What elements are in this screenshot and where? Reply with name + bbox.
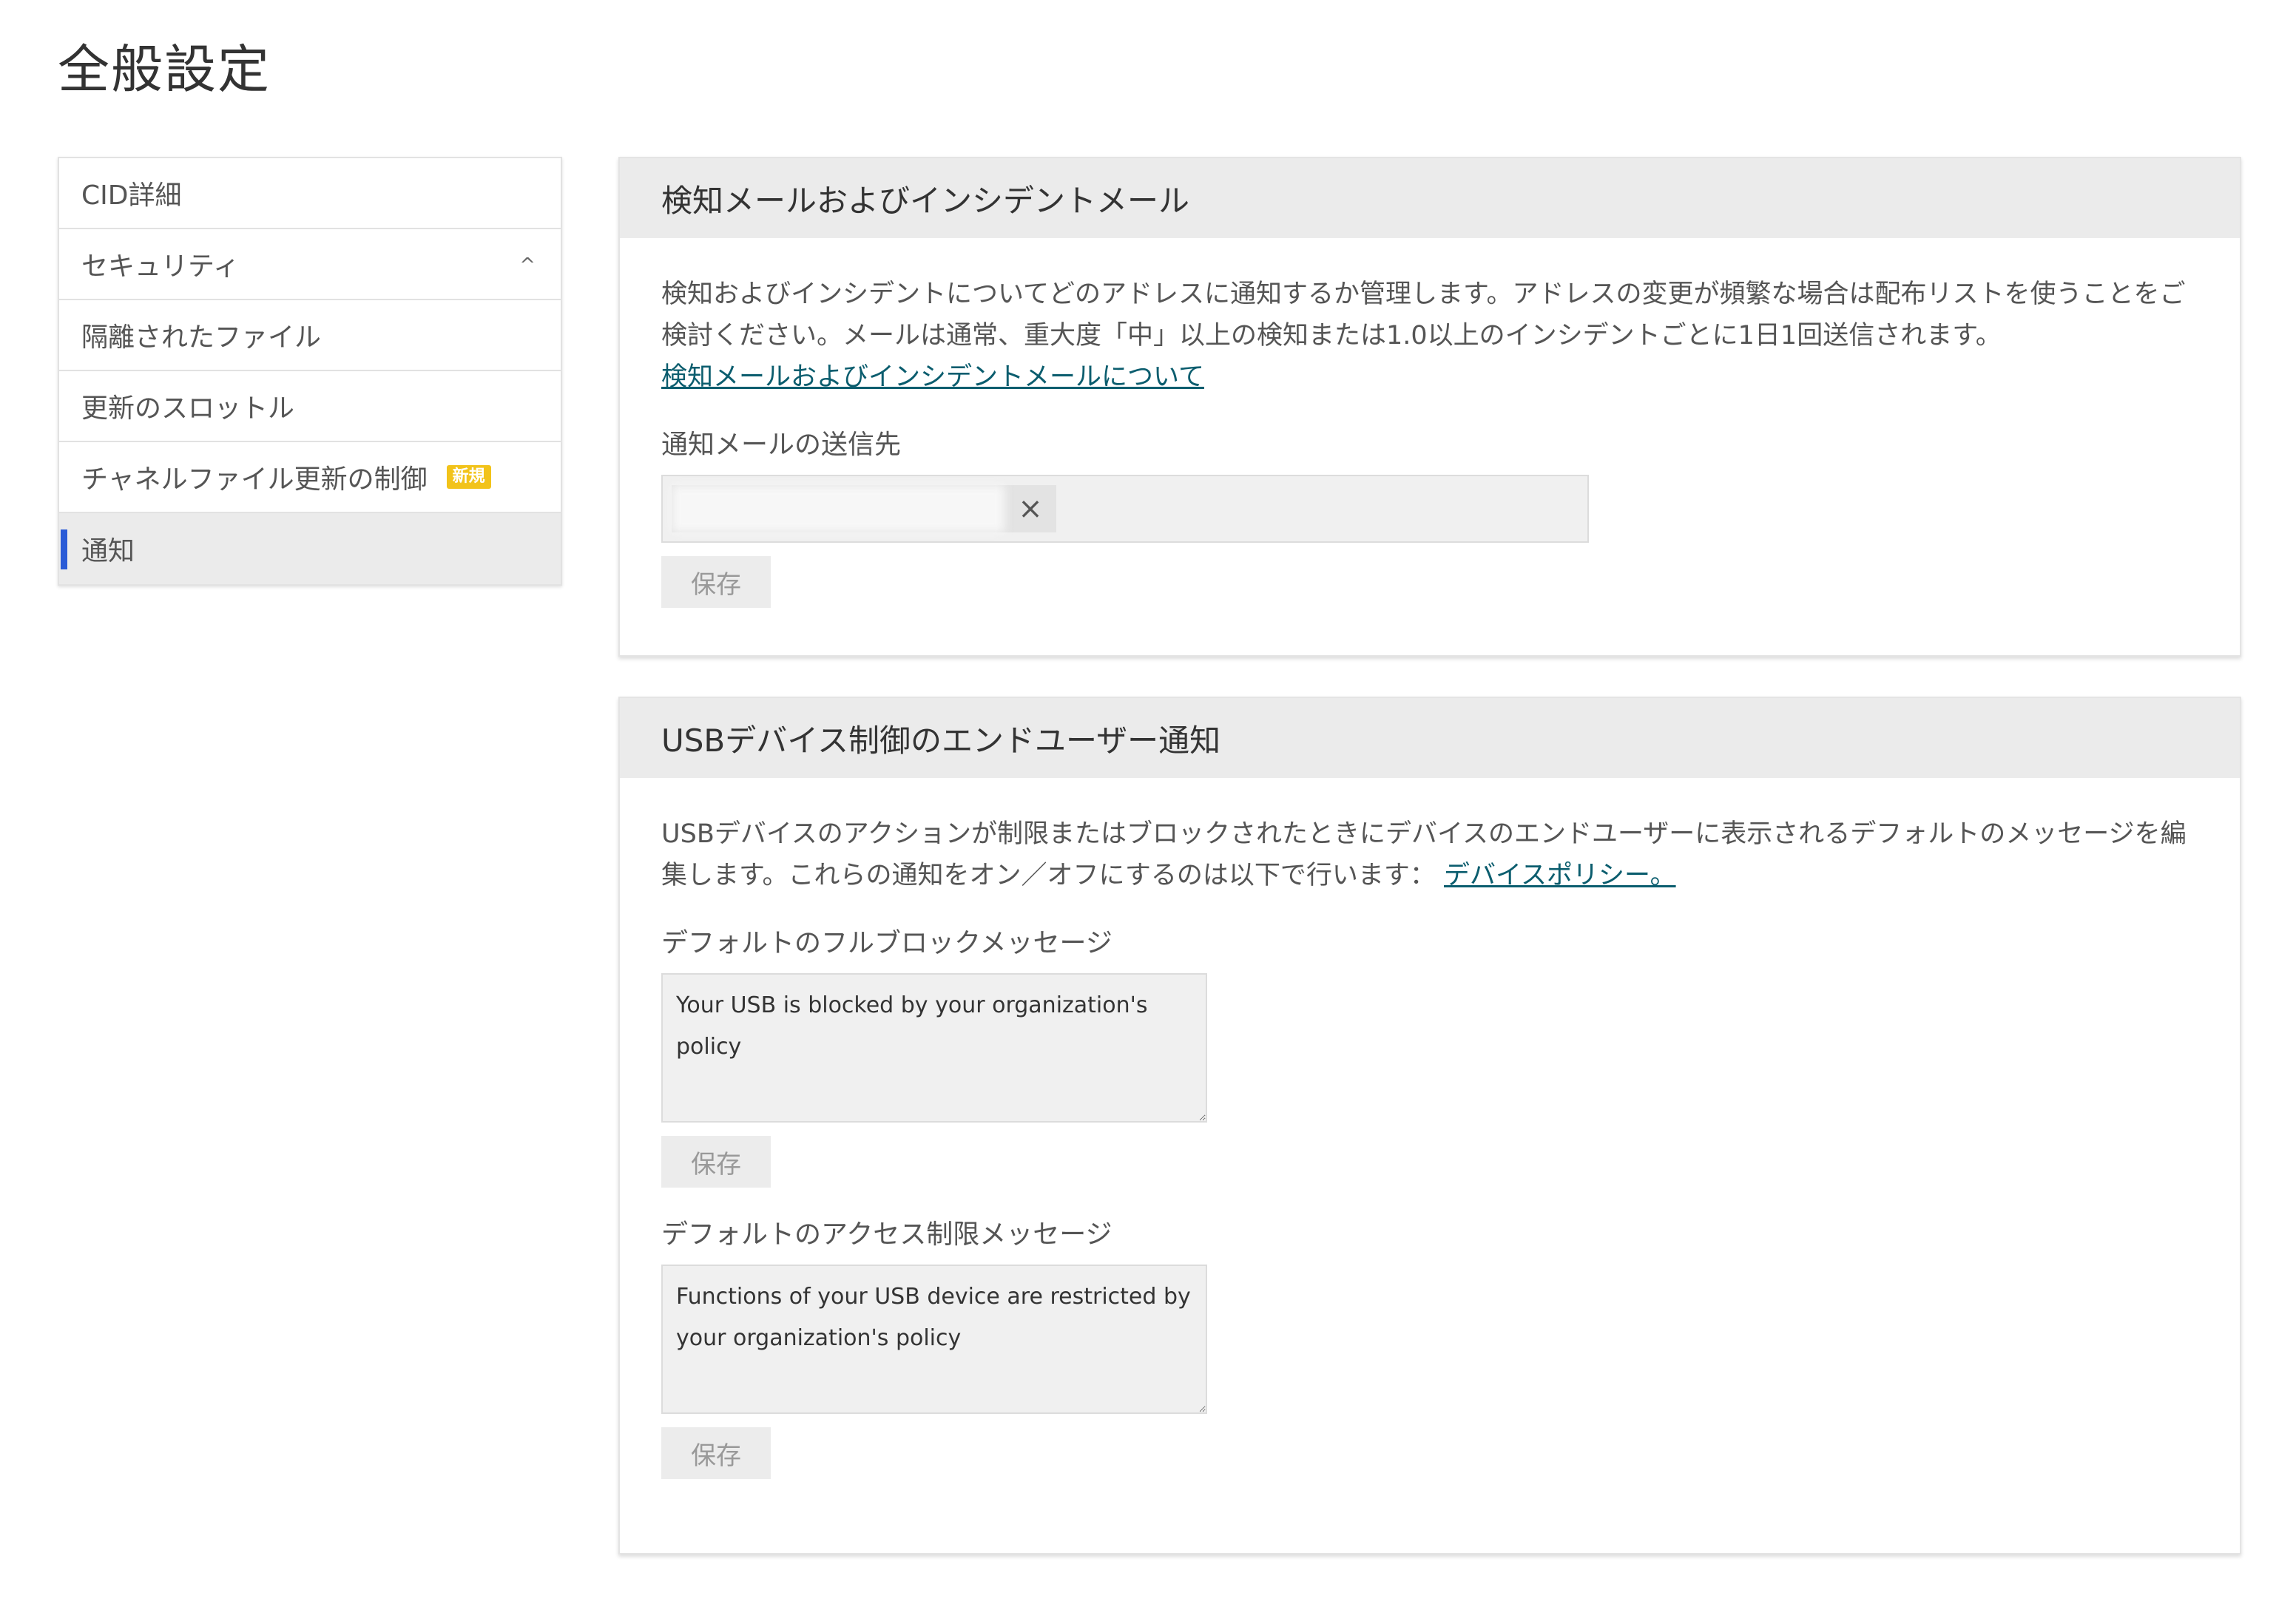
detection-email-panel: 検知メールおよびインシデントメール 検知およびインシデントについてどのアドレスに…	[618, 157, 2241, 657]
settings-sidebar: CID詳細 セキュリティ ^ 隔離されたファイル 更新のスロットル チャネルファ…	[58, 157, 562, 586]
page-title: 全般設定	[58, 39, 271, 100]
sidebar-item-cid-details[interactable]: CID詳細	[59, 158, 561, 229]
panel-title: USBデバイス制御のエンドユーザー通知	[620, 698, 2240, 778]
sidebar-item-quarantined-files[interactable]: 隔離されたファイル	[59, 300, 561, 371]
panel-description: USBデバイスのアクションが制限またはブロックされたときにデバイスのエンドユーザ…	[661, 778, 2198, 896]
full-block-message-textarea[interactable]: Your USB is blocked by your organization…	[661, 973, 1207, 1123]
device-policy-link[interactable]: デバイスポリシー。	[1444, 861, 1676, 890]
sidebar-item-notifications[interactable]: 通知	[59, 513, 561, 584]
restricted-access-message-textarea[interactable]: Functions of your USB device are restric…	[661, 1265, 1207, 1414]
sidebar-item-label: 隔離されたファイル	[81, 322, 322, 353]
save-button[interactable]: 保存	[661, 556, 771, 608]
restricted-access-message-label: デフォルトのアクセス制限メッセージ	[661, 1219, 1112, 1250]
panel-title: 検知メールおよびインシデントメール	[620, 158, 2240, 238]
sidebar-item-label: セキュリティ	[81, 251, 240, 282]
new-badge: 新規	[446, 465, 491, 489]
description-text: 検知およびインシデントについてどのアドレスに通知するか管理します。アドレスの変更…	[661, 280, 2186, 351]
save-block-message-button[interactable]: 保存	[661, 1136, 771, 1188]
sidebar-item-security[interactable]: セキュリティ ^	[59, 229, 561, 300]
recipients-input[interactable]: ×	[661, 475, 1589, 543]
sidebar-item-label: チャネルファイル更新の制御	[81, 464, 428, 495]
panel-description: 検知およびインシデントについてどのアドレスに通知するか管理します。アドレスの変更…	[661, 238, 2198, 398]
save-restrict-message-button[interactable]: 保存	[661, 1427, 771, 1479]
chevron-up-icon[interactable]: ^	[519, 254, 536, 277]
recipient-chip: ×	[672, 485, 1056, 532]
detection-email-help-link[interactable]: 検知メールおよびインシデントメールについて	[661, 362, 1204, 392]
sidebar-item-channel-file-update-control[interactable]: チャネルファイル更新の制御 新規	[59, 442, 561, 513]
sidebar-item-update-throttle[interactable]: 更新のスロットル	[59, 371, 561, 442]
usb-notification-panel: USBデバイス制御のエンドユーザー通知 USBデバイスのアクションが制限またはブ…	[618, 697, 2241, 1554]
redacted-email	[672, 485, 1004, 532]
sidebar-item-label: 更新のスロットル	[81, 393, 295, 424]
close-icon[interactable]: ×	[1004, 485, 1056, 532]
recipients-label: 通知メールの送信先	[661, 430, 902, 460]
full-block-message-label: デフォルトのフルブロックメッセージ	[661, 928, 1112, 958]
description-text: USBデバイスのアクションが制限またはブロックされたときにデバイスのエンドユーザ…	[661, 819, 2187, 890]
sidebar-item-label: 通知	[81, 536, 135, 566]
sidebar-item-label: CID詳細	[81, 180, 182, 211]
